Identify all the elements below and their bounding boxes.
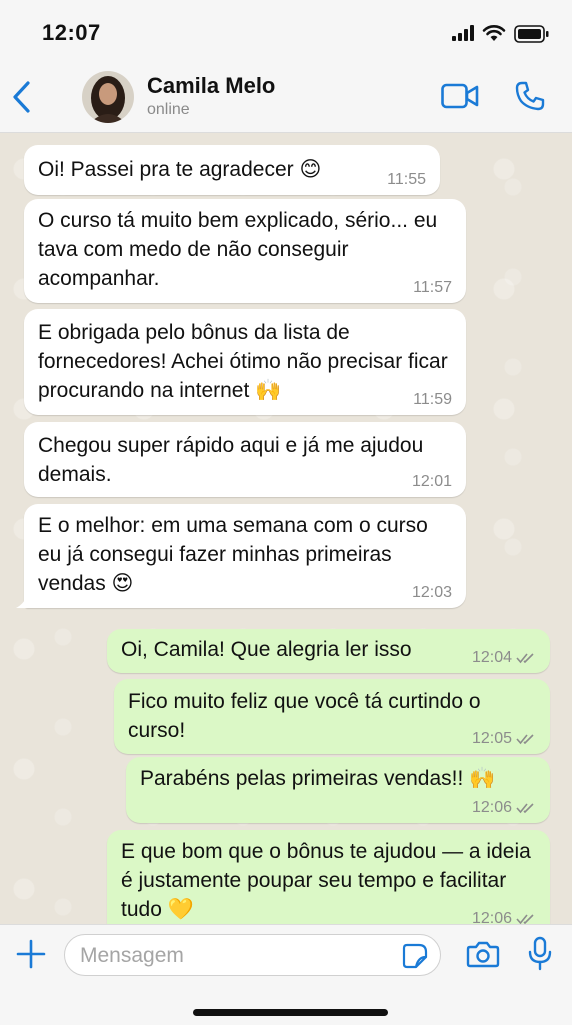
message-list[interactable]: Oi! Passei pra te agradecer 😊 11:55 O cu… bbox=[0, 133, 572, 924]
battery-icon bbox=[514, 25, 549, 43]
contact-status: online bbox=[147, 101, 190, 118]
message-time: 11:57 bbox=[413, 279, 452, 296]
status-time: 12:07 bbox=[42, 20, 101, 45]
message-text: O curso tá muito bem explicado, sério...… bbox=[38, 209, 438, 290]
message-time: 11:59 bbox=[413, 391, 452, 408]
video-call-icon[interactable] bbox=[441, 83, 479, 109]
message-text: E obrigada pelo bônus da lista de fornec… bbox=[38, 321, 448, 402]
message-time: 12:04 bbox=[471, 649, 512, 666]
message-time: 12:06 bbox=[471, 910, 512, 924]
composer-bar: Mensagem bbox=[0, 924, 572, 1025]
message-bubble-incoming[interactable]: E obrigada pelo bônus da lista de fornec… bbox=[24, 309, 466, 415]
message-bubble-outgoing[interactable]: Parabéns pelas primeiras vendas!! 🙌 12:0… bbox=[126, 757, 550, 823]
double-check-icon bbox=[516, 803, 534, 814]
back-chevron-icon[interactable] bbox=[10, 79, 34, 115]
message-text: Oi! Passei pra te agradecer 😊 bbox=[38, 158, 322, 181]
double-check-icon bbox=[516, 734, 534, 745]
double-check-icon bbox=[516, 914, 534, 924]
message-bubble-incoming[interactable]: O curso tá muito bem explicado, sério...… bbox=[24, 199, 466, 303]
message-bubble-outgoing[interactable]: Oi, Camila! Que alegria ler isso 12:04 bbox=[107, 629, 550, 673]
home-indicator[interactable] bbox=[193, 1009, 388, 1016]
contact-name[interactable]: Camila Melo bbox=[147, 73, 275, 99]
microphone-icon[interactable] bbox=[528, 936, 552, 972]
message-time: 12:03 bbox=[411, 584, 452, 601]
status-bar: 12:07 bbox=[0, 0, 572, 64]
phone-call-icon[interactable] bbox=[514, 80, 546, 112]
plus-icon[interactable] bbox=[16, 939, 46, 969]
message-input[interactable]: Mensagem bbox=[64, 934, 441, 976]
sticker-icon[interactable] bbox=[402, 943, 428, 969]
signal-icon bbox=[452, 25, 474, 41]
double-check-icon bbox=[516, 653, 534, 664]
bubble-tail bbox=[16, 594, 28, 608]
message-text: E o melhor: em uma semana com o curso eu… bbox=[38, 514, 428, 595]
message-time: 12:06 bbox=[471, 799, 512, 816]
chat-header: Camila Melo online bbox=[0, 64, 572, 133]
message-time: 12:01 bbox=[411, 473, 452, 490]
wifi-icon bbox=[482, 25, 506, 41]
message-bubble-incoming[interactable]: E o melhor: em uma semana com o curso eu… bbox=[16, 504, 466, 608]
message-bubble-incoming[interactable]: Oi! Passei pra te agradecer 😊 11:55 bbox=[24, 145, 440, 195]
message-text: Chegou super rápido aqui e já me ajudou … bbox=[38, 434, 424, 486]
avatar[interactable] bbox=[82, 71, 134, 123]
message-bubble-incoming[interactable]: Chegou super rápido aqui e já me ajudou … bbox=[24, 422, 466, 497]
message-bubble-outgoing[interactable]: Fico muito feliz que você tá curtindo o … bbox=[114, 679, 550, 754]
message-time: 12:05 bbox=[471, 730, 512, 747]
message-input-placeholder: Mensagem bbox=[80, 944, 184, 967]
message-text: Parabéns pelas primeiras vendas!! 🙌 bbox=[140, 767, 496, 790]
message-bubble-outgoing[interactable]: E que bom que o bônus te ajudou — a idei… bbox=[107, 830, 550, 924]
camera-icon[interactable] bbox=[466, 940, 500, 968]
message-time: 11:55 bbox=[387, 171, 426, 188]
